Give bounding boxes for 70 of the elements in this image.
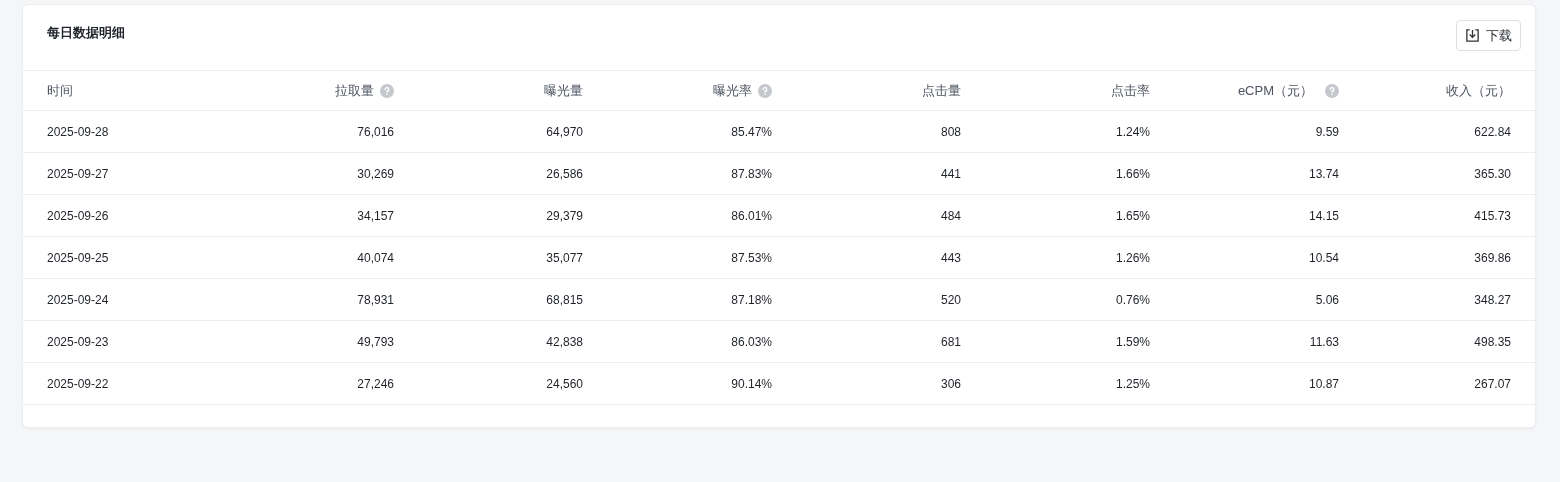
table-cell-text: 24,560 bbox=[546, 375, 583, 393]
table-cell-text: 13.74 bbox=[1308, 165, 1339, 183]
table-cell-text: 87.18% bbox=[731, 291, 772, 309]
column-header: 时间 bbox=[47, 81, 73, 100]
column-header: 点击量 bbox=[922, 81, 961, 100]
table-cell-text: 27,246 bbox=[357, 375, 394, 393]
table-cell-text: 484 bbox=[940, 207, 961, 225]
table-cell-text: 14.15 bbox=[1308, 207, 1339, 225]
table-cell-text: 40,074 bbox=[357, 249, 394, 267]
column-header: 拉取量 bbox=[335, 81, 374, 100]
table-cell-text: 2025-09-26 bbox=[47, 207, 109, 225]
table-cell-text: 2025-09-27 bbox=[47, 165, 109, 183]
table-cell-text: 87.83% bbox=[731, 165, 772, 183]
table-cell-text: 1.24% bbox=[1115, 123, 1150, 141]
table-cell-text: 86.01% bbox=[731, 207, 772, 225]
table-cell-text: 267.07 bbox=[1474, 375, 1511, 393]
table-cell-text: 443 bbox=[940, 249, 961, 267]
table-cell-text: 681 bbox=[940, 333, 961, 351]
table-cell-text: 2025-09-24 bbox=[47, 291, 109, 309]
column-header: eCPM（元） bbox=[1237, 81, 1313, 100]
column-header: 曝光量 bbox=[544, 81, 583, 100]
table-cell-text: 42,838 bbox=[546, 333, 583, 351]
table-cell-text: 2025-09-23 bbox=[47, 333, 109, 351]
table-cell-text: 622.84 bbox=[1474, 123, 1511, 141]
column-header: 曝光率 bbox=[713, 81, 752, 100]
table-cell-text: 87.53% bbox=[731, 249, 772, 267]
download-icon bbox=[1465, 28, 1480, 43]
table-cell-text: 1.65% bbox=[1115, 207, 1150, 225]
table-cell-text: 808 bbox=[940, 123, 961, 141]
table-cell-text: 306 bbox=[940, 375, 961, 393]
card-title: 每日数据明细 bbox=[47, 24, 125, 42]
table-cell-text: 78,931 bbox=[357, 291, 394, 309]
table-cell-text: 441 bbox=[940, 165, 961, 183]
help-icon[interactable] bbox=[380, 83, 394, 98]
table-cell-text: 10.87 bbox=[1308, 375, 1339, 393]
help-icon[interactable] bbox=[1325, 83, 1339, 98]
table-cell-text: 85.47% bbox=[731, 123, 772, 141]
table-cell-text: 10.54 bbox=[1308, 249, 1339, 267]
table-cell-text: 30,269 bbox=[357, 165, 394, 183]
table-cell-text: 498.35 bbox=[1474, 333, 1511, 351]
table-cell-text: 68,815 bbox=[546, 291, 583, 309]
table-cell-text: 26,586 bbox=[546, 165, 583, 183]
table-cell-text: 2025-09-28 bbox=[47, 123, 109, 141]
column-header: 收入（元） bbox=[1446, 81, 1511, 100]
table-cell-text: 1.26% bbox=[1115, 249, 1150, 267]
table-cell-text: 2025-09-25 bbox=[47, 249, 109, 267]
table-cell-text: 2025-09-22 bbox=[47, 375, 109, 393]
table-cell-text: 365.30 bbox=[1474, 165, 1511, 183]
table-cell-text: 5.06 bbox=[1315, 291, 1339, 309]
table-cell-text: 86.03% bbox=[731, 333, 772, 351]
table-cell-text: 49,793 bbox=[357, 333, 394, 351]
table-cell-text: 348.27 bbox=[1474, 291, 1511, 309]
table-cell-text: 0.76% bbox=[1115, 291, 1150, 309]
table-cell-text: 29,379 bbox=[546, 207, 583, 225]
download-button[interactable]: 下载 bbox=[1456, 20, 1521, 51]
help-icon[interactable] bbox=[758, 83, 772, 98]
table-cell-text: 415.73 bbox=[1474, 207, 1511, 225]
table-cell-text: 9.59 bbox=[1315, 123, 1339, 141]
table-cell-text: 76,016 bbox=[357, 123, 394, 141]
table-cell-text: 35,077 bbox=[546, 249, 583, 267]
table-cell-text: 1.59% bbox=[1115, 333, 1150, 351]
table-cell-text: 520 bbox=[940, 291, 961, 309]
table-cell-text: 90.14% bbox=[731, 375, 772, 393]
table-cell-text: 1.25% bbox=[1115, 375, 1150, 393]
table-cell-text: 34,157 bbox=[357, 207, 394, 225]
table-cell-text: 369.86 bbox=[1474, 249, 1511, 267]
column-header: 点击率 bbox=[1111, 81, 1150, 100]
table-cell-text: 64,970 bbox=[546, 123, 583, 141]
table-cell-text: 11.63 bbox=[1309, 333, 1339, 351]
table-cell-text: 1.66% bbox=[1115, 165, 1150, 183]
